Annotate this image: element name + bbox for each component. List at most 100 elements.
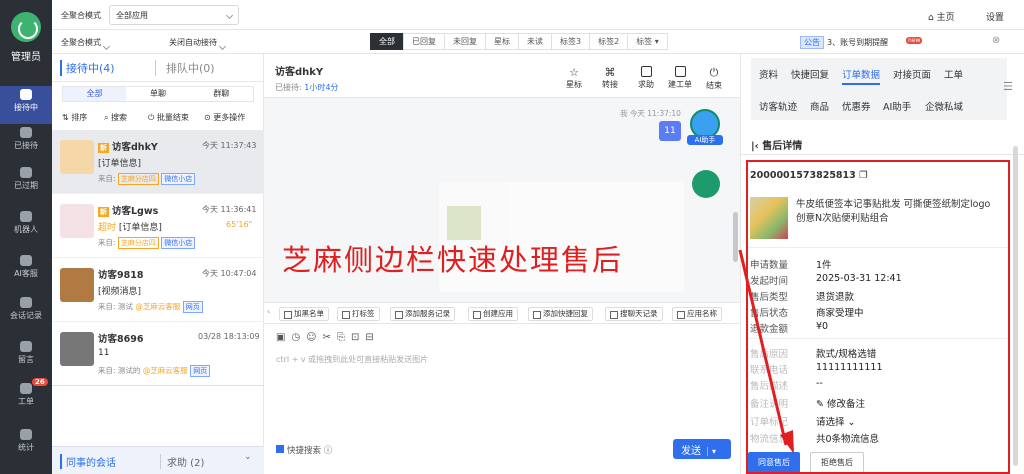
- nav-item-stats[interactable]: 统计: [0, 426, 52, 464]
- conv-message: 11: [98, 348, 110, 358]
- tab-tag3[interactable]: 标签3: [551, 33, 591, 50]
- overtime-duration: 65'16": [226, 220, 253, 229]
- auto-receive-select[interactable]: 关闭自动接待: [169, 37, 231, 48]
- menu-icon[interactable]: ☰: [1003, 80, 1013, 93]
- tab-receiving[interactable]: 接待中(4): [60, 60, 115, 76]
- message-meta: 我 今天 11:37:10: [620, 109, 681, 118]
- input-area[interactable]: ▣◷☺✂⎘⊡⊟ ctrl + v 或拖拽到此处可直接粘贴发送图片 快捷搜索 ⓘ: [264, 324, 740, 474]
- transfer-icon: ⌘: [604, 66, 616, 79]
- app-select[interactable]: 全部应用: [109, 5, 239, 25]
- tab-goods[interactable]: 商品: [810, 99, 829, 113]
- blacklist-button[interactable]: 加黑名单: [279, 307, 329, 321]
- chat-header: 访客dhkY 已接待: 1小时4分 ☆ 星标 ⌘ 转接 求助 建工单 ⏻ 结束: [264, 54, 740, 98]
- help-button[interactable]: 求助: [632, 66, 660, 90]
- conv-time: 03/28 18:13:09: [198, 332, 260, 341]
- close-notice-icon[interactable]: ⊗: [992, 35, 1000, 46]
- tab-visitor-track[interactable]: 访客轨迹: [759, 99, 797, 113]
- search-button[interactable]: ⌕ 搜索: [104, 112, 127, 123]
- footer-tabs: 同事的会话 求助 (2) ⌄: [52, 446, 264, 474]
- tab-coupon[interactable]: 优惠券: [842, 99, 871, 113]
- nav-item-expired[interactable]: 已过期: [0, 164, 52, 202]
- quick-search-check[interactable]: 快捷搜索 ⓘ: [276, 444, 332, 456]
- chat-title: 访客dhkY: [275, 67, 324, 78]
- workorder-icon: [674, 66, 686, 77]
- left-nav: 管理员 接待中 已接待 已过期 机器人 AI客服 会话记录 留言 工单 26 统计: [0, 0, 52, 474]
- sidebar-scrollbar[interactable]: [1013, 146, 1018, 466]
- tab-unread[interactable]: 未读: [518, 33, 552, 50]
- quick-toolbar: ‹ 加黑名单 打标签 添加服务记录 创建应用 添加快捷回复 搜聊天记录 应用名称: [264, 302, 740, 324]
- tab-profile[interactable]: 资料: [759, 67, 778, 81]
- robot-icon: [20, 211, 32, 222]
- tab-wecom[interactable]: 企微私域: [925, 99, 963, 113]
- tab-tag-dropdown[interactable]: 标签 ▾: [627, 33, 668, 50]
- source-tag: 网页: [182, 301, 203, 313]
- tab-help[interactable]: 求助 (2): [160, 454, 204, 469]
- tab-order-data[interactable]: 订单数据: [842, 67, 881, 85]
- role-label: 管理员: [11, 52, 41, 63]
- nav-item-message[interactable]: 留言: [0, 338, 52, 376]
- transfer-button[interactable]: ⌘ 转接: [596, 66, 624, 90]
- mode-select[interactable]: 全聚合模式: [61, 37, 115, 48]
- tab-colleague[interactable]: 同事的会话: [60, 454, 116, 469]
- tab-all[interactable]: 全部: [370, 33, 404, 50]
- conv-message: [视频消息]: [98, 287, 142, 297]
- batch-end-button[interactable]: ⏻ 批量结束: [148, 112, 189, 123]
- create-app-button[interactable]: 创建应用: [468, 307, 518, 321]
- conversation-item[interactable]: 访客9818 今天 10:47:04 [视频消息] 来自: 测试 @芝麻云客服 …: [52, 258, 264, 322]
- tab-unreplied[interactable]: 未回复: [444, 33, 486, 50]
- more-actions-button[interactable]: ⊙ 更多操作: [204, 112, 245, 123]
- tab-tag2[interactable]: 标签2: [589, 33, 629, 50]
- input-placeholder: ctrl + v 或拖拽到此处可直接粘贴发送图片: [276, 355, 429, 364]
- top-bar: 全聚合模式 全部应用 ⌂ 主页 设置: [52, 0, 1024, 30]
- tab-ai-assistant[interactable]: AI助手: [883, 99, 911, 113]
- conversation-item[interactable]: 新访客Lgws 今天 11:36:41 超时 [订单信息] 65'16" 来自:…: [52, 194, 264, 258]
- star-button[interactable]: ☆ 星标: [560, 66, 588, 90]
- nav-item-receiving[interactable]: 接待中: [0, 86, 52, 124]
- service-record-button[interactable]: 添加服务记录: [390, 307, 455, 321]
- ai-icon: [20, 255, 32, 266]
- tab-star[interactable]: 星标: [485, 33, 519, 50]
- back-icon[interactable]: |‹: [751, 141, 759, 152]
- tab-quick-reply[interactable]: 快捷回复: [791, 67, 829, 81]
- sort-button[interactable]: ⇅ 排序: [62, 112, 87, 123]
- nav-item-records[interactable]: 会话记录: [0, 294, 52, 332]
- avatar: [60, 140, 94, 174]
- chevron-left-icon[interactable]: ‹: [267, 307, 270, 316]
- ai-assistant-button[interactable]: AI助手: [687, 109, 723, 151]
- chat-icon: [20, 89, 32, 100]
- nav-item-robot[interactable]: 机器人: [0, 208, 52, 246]
- visitor-name: 访客8696: [98, 334, 144, 345]
- subtab-single[interactable]: 单聊: [126, 87, 189, 101]
- create-workorder-button[interactable]: 建工单: [666, 66, 694, 90]
- conversation-panel: 接待中(4) 排队中(0) 全部 单聊 群聊 ⇅ 排序 ⌕ 搜索 ⏻ 批量结束 …: [52, 54, 264, 474]
- received-label: 已接待: 1小时4分: [275, 83, 339, 92]
- power-icon: ⏻: [709, 66, 719, 79]
- home-link[interactable]: ⌂ 主页: [928, 10, 955, 23]
- end-button[interactable]: ⏻ 结束: [700, 66, 728, 91]
- divider: [741, 154, 1024, 155]
- search-history-button[interactable]: 搜聊天记录: [605, 307, 663, 321]
- tab-queue[interactable]: 排队中(0): [155, 60, 215, 76]
- nav-item-received[interactable]: 已接待: [0, 124, 52, 162]
- conversation-item[interactable]: 访客8696 03/28 18:13:09 11 来自: 测试的 @芝麻云客服 …: [52, 322, 264, 386]
- conversation-item[interactable]: 新访客dhkY 今天 11:37:43 [订单信息] 来自: 芝麻分店四 微信小…: [52, 130, 264, 194]
- tab-replied[interactable]: 已回复: [403, 33, 445, 50]
- notice-text[interactable]: 3、账号到期提醒: [827, 37, 888, 48]
- quick-reply-button[interactable]: 添加快捷回复: [528, 307, 593, 321]
- tab-workorder[interactable]: 工单: [944, 67, 963, 81]
- visitor-name: 访客9818: [98, 270, 144, 281]
- record-icon: [20, 297, 32, 308]
- subtab-group[interactable]: 群聊: [190, 87, 253, 101]
- subtab-all[interactable]: 全部: [63, 87, 127, 101]
- settings-link[interactable]: 设置: [986, 10, 1004, 23]
- nav-item-ai[interactable]: AI客服: [0, 252, 52, 290]
- conv-time: 今天 11:37:43: [202, 141, 257, 150]
- conv-message: [订单信息]: [118, 223, 162, 233]
- chevron-down-icon[interactable]: ⌄: [244, 452, 252, 462]
- tab-dock-page[interactable]: 对接页面: [893, 67, 931, 81]
- nav-item-workorder[interactable]: 工单 26: [0, 378, 52, 418]
- tag-button[interactable]: 打标签: [337, 307, 380, 321]
- input-tool-icons[interactable]: ▣◷☺✂⎘⊡⊟: [276, 332, 380, 343]
- visitor-name: 访客Lgws: [112, 206, 159, 217]
- avatar: [60, 332, 94, 366]
